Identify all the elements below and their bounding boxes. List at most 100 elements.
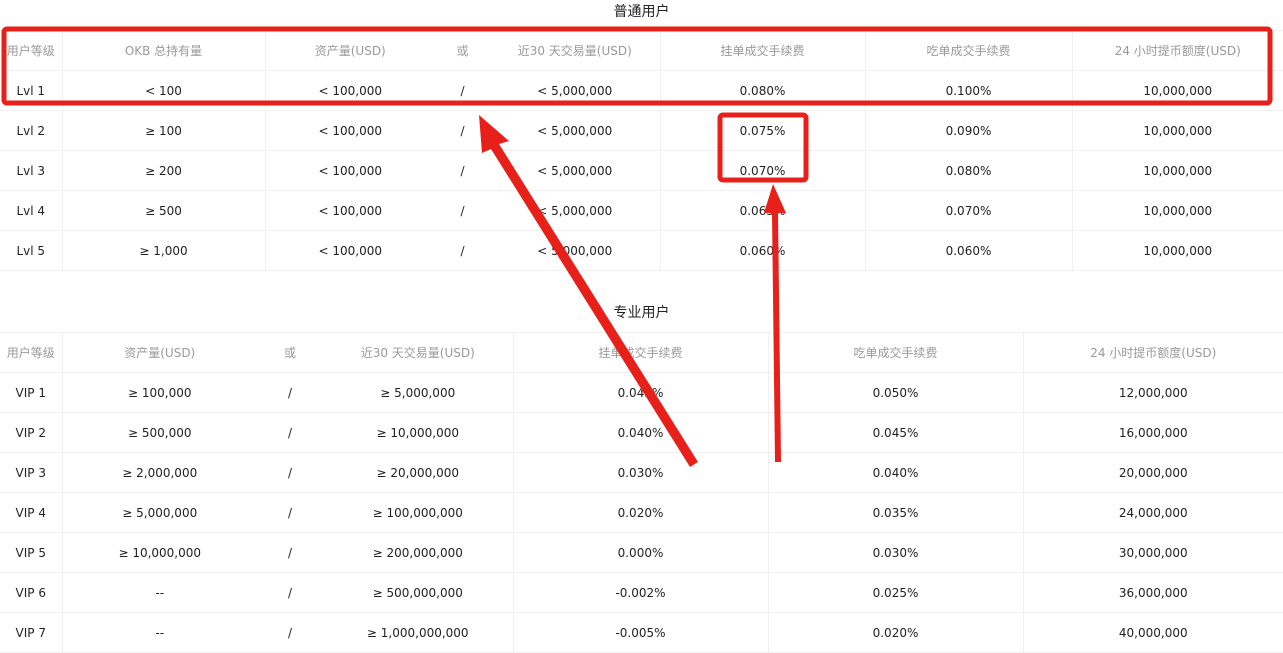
cell-user-level: VIP 3 (0, 452, 63, 493)
cell-taker-fee: 0.035% (768, 492, 1024, 533)
cell-maker-fee: -0.002% (513, 572, 769, 613)
cell-maker-fee: 0.065% (660, 190, 866, 231)
cell-user-level: Lvl 4 (0, 190, 63, 231)
cell-30d-volume: < 5,000,000 (490, 190, 661, 231)
table-row: Lvl 3 ≥ 200 < 100,000 / < 5,000,000 0.07… (0, 150, 1283, 191)
header-user-level: 用户等级 (0, 332, 63, 373)
cell-withdrawal-limit: 10,000,000 (1072, 150, 1283, 191)
cell-withdrawal-limit: 20,000,000 (1023, 452, 1283, 493)
cell-user-level: VIP 5 (0, 532, 63, 573)
cell-assets-usd: -- (62, 572, 257, 613)
cell-withdrawal-limit: 36,000,000 (1023, 572, 1283, 613)
cell-assets-usd: < 100,000 (265, 70, 435, 111)
cell-maker-fee: -0.005% (513, 612, 769, 653)
cell-taker-fee: 0.090% (865, 110, 1073, 151)
pro-header-row: 用户等级 资产量(USD) 或 近30 天交易量(USD) 挂单成交手续费 吃单… (0, 332, 1283, 373)
cell-or: / (257, 572, 323, 613)
cell-30d-volume: < 5,000,000 (490, 230, 661, 271)
table-row: VIP 5 ≥ 10,000,000 / ≥ 200,000,000 0.000… (0, 532, 1283, 573)
cell-withdrawal-limit: 16,000,000 (1023, 412, 1283, 453)
header-maker-fee: 挂单成交手续费 (660, 30, 866, 71)
cell-assets-usd: < 100,000 (265, 110, 435, 151)
regular-fee-table: 用户等级 OKB 总持有量 资产量(USD) 或 近30 天交易量(USD) 挂… (0, 30, 1283, 271)
regular-header-row: 用户等级 OKB 总持有量 资产量(USD) 或 近30 天交易量(USD) 挂… (0, 30, 1283, 71)
header-maker-fee: 挂单成交手续费 (513, 332, 769, 373)
cell-okb-holdings: ≥ 1,000 (62, 230, 266, 271)
cell-30d-volume: ≥ 500,000,000 (323, 572, 514, 613)
cell-taker-fee: 0.040% (768, 452, 1024, 493)
cell-maker-fee: 0.070% (660, 150, 866, 191)
cell-30d-volume: < 5,000,000 (490, 150, 661, 191)
header-taker-fee: 吃单成交手续费 (865, 30, 1073, 71)
cell-maker-fee: 0.030% (513, 452, 769, 493)
cell-assets-usd: ≥ 2,000,000 (62, 452, 257, 493)
cell-maker-fee: 0.060% (660, 230, 866, 271)
cell-user-level: VIP 6 (0, 572, 63, 613)
cell-withdrawal-limit: 30,000,000 (1023, 532, 1283, 573)
cell-taker-fee: 0.045% (768, 412, 1024, 453)
table-row: Lvl 5 ≥ 1,000 < 100,000 / < 5,000,000 0.… (0, 230, 1283, 271)
cell-30d-volume: ≥ 100,000,000 (323, 492, 514, 533)
cell-30d-volume: ≥ 200,000,000 (323, 532, 514, 573)
cell-withdrawal-limit: 12,000,000 (1023, 372, 1283, 413)
cell-withdrawal-limit: 40,000,000 (1023, 612, 1283, 653)
cell-or: / (435, 110, 490, 151)
table-row: Lvl 4 ≥ 500 < 100,000 / < 5,000,000 0.06… (0, 190, 1283, 231)
table-row: Lvl 2 ≥ 100 < 100,000 / < 5,000,000 0.07… (0, 110, 1283, 151)
cell-or: / (435, 70, 490, 111)
cell-or: / (257, 532, 323, 573)
cell-okb-holdings: ≥ 500 (62, 190, 266, 231)
pro-section-title: 专业用户 (613, 305, 670, 321)
cell-30d-volume: ≥ 20,000,000 (323, 452, 514, 493)
cell-maker-fee: 0.040% (513, 412, 769, 453)
cell-okb-holdings: < 100 (62, 70, 266, 111)
header-or: 或 (435, 30, 490, 71)
table-row: VIP 2 ≥ 500,000 / ≥ 10,000,000 0.040% 0.… (0, 412, 1283, 453)
cell-maker-fee: 0.020% (513, 492, 769, 533)
cell-withdrawal-limit: 10,000,000 (1072, 70, 1283, 111)
cell-user-level: VIP 1 (0, 372, 63, 413)
header-or: 或 (257, 332, 323, 373)
cell-withdrawal-limit: 10,000,000 (1072, 230, 1283, 271)
cell-withdrawal-limit: 24,000,000 (1023, 492, 1283, 533)
cell-maker-fee: 0.080% (660, 70, 866, 111)
table-row: VIP 3 ≥ 2,000,000 / ≥ 20,000,000 0.030% … (0, 452, 1283, 493)
table-row: VIP 1 ≥ 100,000 / ≥ 5,000,000 0.045% 0.0… (0, 372, 1283, 413)
header-okb-holdings: OKB 总持有量 (62, 30, 266, 71)
cell-assets-usd: ≥ 100,000 (62, 372, 257, 413)
cell-maker-fee: 0.045% (513, 372, 769, 413)
cell-okb-holdings: ≥ 200 (62, 150, 266, 191)
header-24h-withdrawal-limit: 24 小时提币额度(USD) (1072, 30, 1283, 71)
cell-user-level: VIP 7 (0, 612, 63, 653)
cell-30d-volume: < 5,000,000 (490, 70, 661, 111)
cell-taker-fee: 0.020% (768, 612, 1024, 653)
cell-or: / (257, 412, 323, 453)
cell-or: / (257, 492, 323, 533)
header-taker-fee: 吃单成交手续费 (768, 332, 1024, 373)
table-row: VIP 6 -- / ≥ 500,000,000 -0.002% 0.025% … (0, 572, 1283, 613)
cell-taker-fee: 0.050% (768, 372, 1024, 413)
cell-taker-fee: 0.060% (865, 230, 1073, 271)
cell-assets-usd: ≥ 10,000,000 (62, 532, 257, 573)
cell-assets-usd: ≥ 500,000 (62, 412, 257, 453)
header-30d-volume: 近30 天交易量(USD) (323, 332, 514, 373)
cell-maker-fee: 0.075% (660, 110, 866, 151)
table-row: VIP 7 -- / ≥ 1,000,000,000 -0.005% 0.020… (0, 612, 1283, 653)
cell-30d-volume: ≥ 10,000,000 (323, 412, 514, 453)
cell-assets-usd: < 100,000 (265, 190, 435, 231)
cell-assets-usd: ≥ 5,000,000 (62, 492, 257, 533)
cell-30d-volume: < 5,000,000 (490, 110, 661, 151)
cell-taker-fee: 0.030% (768, 532, 1024, 573)
table-row: VIP 4 ≥ 5,000,000 / ≥ 100,000,000 0.020%… (0, 492, 1283, 533)
cell-user-level: VIP 4 (0, 492, 63, 533)
cell-user-level: Lvl 3 (0, 150, 63, 191)
cell-user-level: Lvl 5 (0, 230, 63, 271)
header-30d-volume: 近30 天交易量(USD) (490, 30, 661, 71)
header-assets-usd: 资产量(USD) (62, 332, 257, 373)
cell-taker-fee: 0.100% (865, 70, 1073, 111)
cell-taker-fee: 0.080% (865, 150, 1073, 191)
cell-assets-usd: < 100,000 (265, 150, 435, 191)
cell-withdrawal-limit: 10,000,000 (1072, 110, 1283, 151)
cell-withdrawal-limit: 10,000,000 (1072, 190, 1283, 231)
cell-or: / (435, 150, 490, 191)
